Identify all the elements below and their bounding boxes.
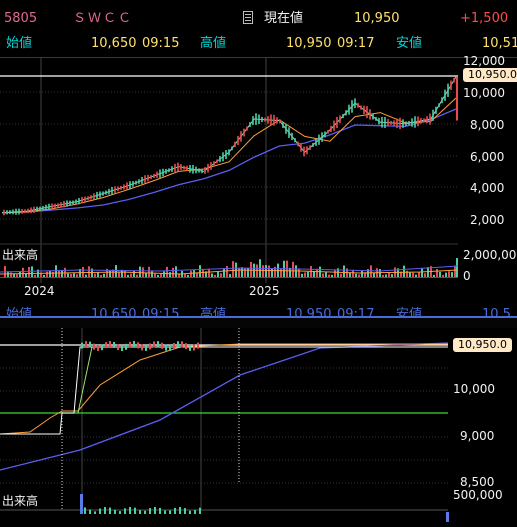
short-moving-average	[1, 97, 457, 214]
volume-bars	[0, 258, 459, 277]
bottom-current-price-tag: 10,950.0	[453, 338, 512, 352]
bottom-price-series	[0, 346, 448, 435]
low-label: 安値	[396, 36, 423, 51]
bottom-candlesticks	[81, 341, 199, 351]
y-tick-8000: 8,000	[470, 118, 505, 132]
bottom-chart-grid	[0, 328, 448, 511]
candlestick-series	[3, 76, 458, 216]
bottom-y-tick-10000: 10,000	[453, 382, 495, 396]
stock-code: 5805	[4, 11, 38, 26]
high-time: 09:17	[337, 36, 375, 51]
price-change: +1,500	[460, 11, 509, 26]
y-tick-12000: 12,000	[463, 54, 505, 68]
current-price-value: 10,950	[354, 11, 400, 26]
price-chart-top[interactable]	[0, 58, 517, 300]
top-current-price-tag: 10,950.0	[463, 68, 517, 82]
open-value: 10,650	[91, 36, 137, 51]
volume-tick-top: 2,000,000	[463, 248, 517, 262]
y-tick-10000: 10,000	[463, 86, 505, 100]
volume-zero-top: 0	[463, 269, 471, 283]
open-time: 09:15	[142, 36, 180, 51]
y-tick-2000: 2,000	[470, 213, 505, 227]
bottom-green-ma	[77, 346, 448, 414]
x-label-2025: 2025	[249, 284, 280, 298]
x-label-2024: 2024	[24, 284, 55, 298]
bottom-long-moving-average	[0, 342, 449, 471]
ghost-header-row: 始値 10,650 09:15 高値 10,950 09:17 安値 10,5	[0, 300, 517, 317]
bottom-short-moving-average	[0, 343, 448, 435]
volume-label-bottom: 出来高	[2, 494, 39, 508]
volume-tick-bottom: 500,000	[453, 488, 503, 502]
document-icon[interactable]	[243, 11, 253, 24]
bottom-volume-bars	[80, 494, 449, 522]
price-chart-bottom[interactable]	[0, 328, 517, 527]
open-label: 始値	[6, 36, 33, 51]
y-tick-6000: 6,000	[470, 150, 505, 164]
y-tick-4000: 4,000	[470, 181, 505, 195]
current-price-label: 現在値	[264, 11, 304, 26]
stock-name: ＳＷＣＣ	[73, 11, 134, 26]
high-value: 10,950	[286, 36, 332, 51]
volume-label-top: 出来高	[2, 248, 39, 262]
price-series-line	[1, 76, 457, 214]
low-value: 10,51	[482, 36, 517, 51]
high-label: 高値	[200, 36, 227, 51]
bottom-y-tick-9000: 9,000	[460, 429, 495, 443]
